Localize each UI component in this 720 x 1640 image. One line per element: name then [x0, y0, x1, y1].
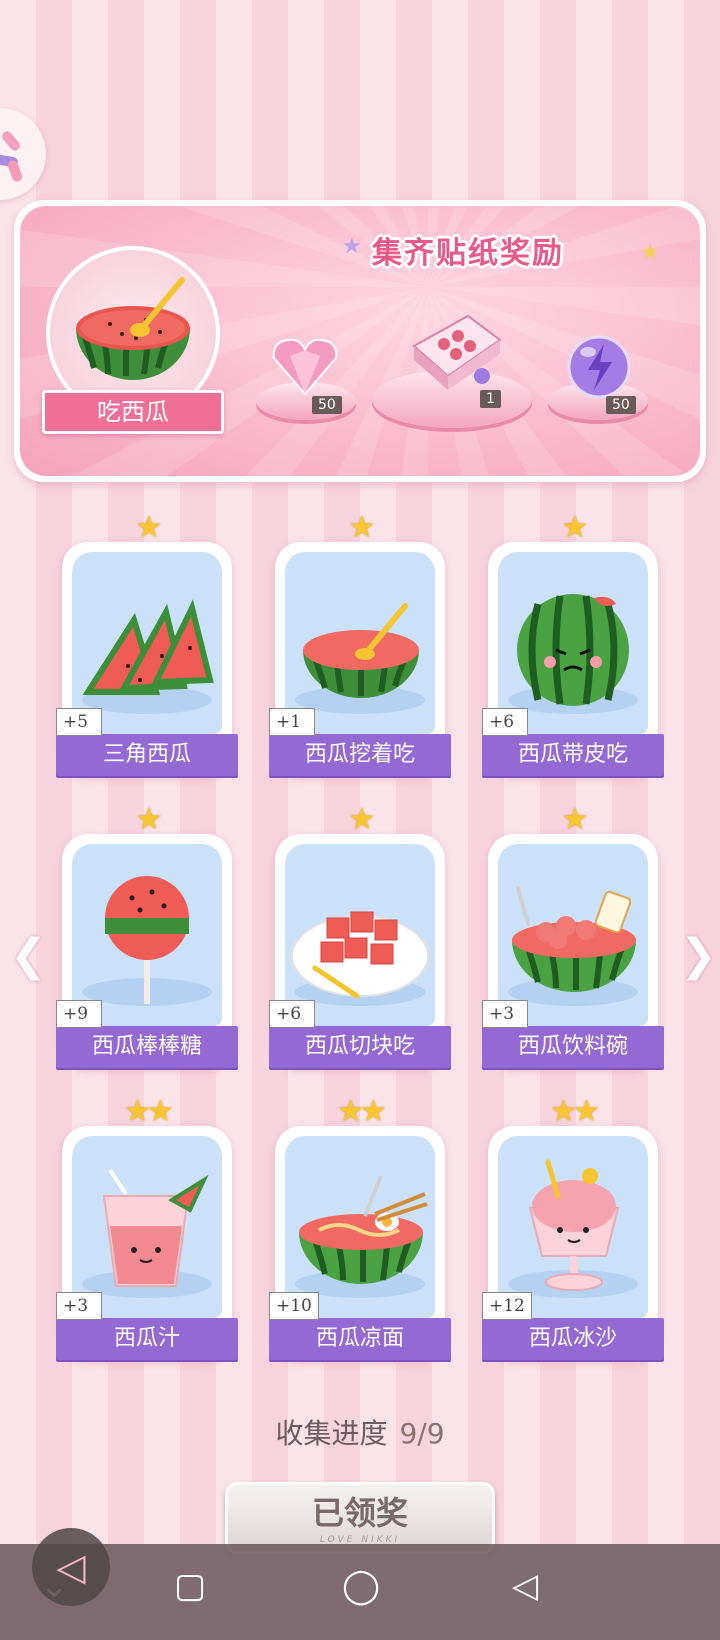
card-bonus: +6	[269, 1000, 315, 1028]
sticker-card[interactable]: ★ +6 西瓜切块吃	[269, 802, 451, 1068]
card-image	[498, 1136, 648, 1318]
card-image	[498, 552, 648, 734]
watermelon-bowl-icon	[303, 603, 419, 698]
card-image	[72, 1136, 222, 1318]
petal-icon	[6, 158, 24, 184]
card-image	[285, 844, 435, 1026]
card-label: 西瓜切块吃	[269, 1026, 451, 1068]
gift-box-icon[interactable]	[408, 306, 504, 400]
star-icon: ★	[640, 240, 660, 265]
floating-assist-icon[interactable]: ◁	[32, 1528, 110, 1606]
hero-label: 吃西瓜	[42, 390, 224, 434]
progress-label: 收集进度	[275, 1417, 388, 1450]
card-bonus: +9	[56, 1000, 102, 1028]
energy-orb-icon[interactable]	[566, 334, 632, 404]
card-label: 西瓜汁	[56, 1318, 238, 1360]
card-image	[72, 844, 222, 1026]
home-icon[interactable]: ◯	[342, 1566, 380, 1606]
sticker-card[interactable]: ★ +1 西瓜挖着吃	[269, 510, 451, 776]
sticker-card[interactable]: ★ +3 西瓜饮料碗	[482, 802, 664, 1068]
watermelon-drink-bowl-icon	[512, 886, 636, 992]
card-bonus: +5	[56, 708, 102, 736]
card-label: 西瓜挖着吃	[269, 734, 451, 776]
card-label: 三角西瓜	[56, 734, 238, 776]
petal-icon	[0, 129, 22, 153]
star-rating: ★	[561, 802, 589, 837]
banner-title: 集齐贴纸奖励	[372, 236, 564, 271]
card-label: 西瓜带皮吃	[482, 734, 664, 776]
card-label: 西瓜棒棒糖	[56, 1026, 238, 1068]
watermelon-noodles-icon	[299, 1175, 428, 1284]
sticker-card[interactable]: ★ +5 三角西瓜	[56, 510, 238, 776]
card-image	[285, 1136, 435, 1318]
side-menu-button[interactable]	[0, 108, 46, 200]
reward-count: 50	[312, 396, 342, 414]
back-icon[interactable]: ◁	[512, 1566, 538, 1606]
watermelon-juice-icon	[102, 1168, 209, 1287]
watermelon-shaved-ice-icon	[528, 1159, 620, 1291]
prev-page-arrow[interactable]: ❮	[10, 930, 47, 981]
next-page-arrow[interactable]: ❯	[680, 930, 717, 981]
card-image	[72, 552, 222, 734]
whole-watermelon-icon	[517, 594, 629, 706]
card-label: 西瓜冰沙	[482, 1318, 664, 1360]
reward-count: 50	[606, 396, 636, 414]
collection-progress: 收集进度 9/9	[0, 1412, 720, 1452]
star-rating: ★	[135, 802, 163, 837]
card-label: 西瓜饮料碗	[482, 1026, 664, 1068]
sticker-card[interactable]: ★★ +10 西瓜凉面	[269, 1094, 451, 1360]
card-bonus: +6	[482, 708, 528, 736]
sticker-card[interactable]: ★ +6 西瓜带皮吃	[482, 510, 664, 776]
reward-count: 1	[480, 390, 501, 408]
star-rating: ★	[348, 802, 376, 837]
star-rating: ★	[561, 510, 589, 545]
card-bonus: +10	[269, 1292, 319, 1320]
card-image	[285, 552, 435, 734]
card-image	[498, 844, 648, 1026]
sticker-card[interactable]: ★★ +3 西瓜汁	[56, 1094, 238, 1360]
claimed-label: 已领奖	[311, 1494, 408, 1532]
card-bonus: +3	[56, 1292, 102, 1320]
star-rating: ★	[135, 510, 163, 545]
recent-apps-icon[interactable]: ▢	[174, 1566, 206, 1606]
star-icon: ★	[342, 234, 362, 259]
card-bonus: +12	[482, 1292, 532, 1320]
progress-value: 9/9	[399, 1417, 445, 1450]
card-label: 西瓜凉面	[269, 1318, 451, 1360]
star-rating: ★★	[337, 1094, 387, 1129]
reward-banner: ★ ★ 集齐贴纸奖励 吃西瓜 50 1 50	[14, 200, 706, 482]
card-bonus: +3	[482, 1000, 528, 1028]
watermelon-cubes-plate-icon	[291, 911, 429, 999]
star-rating: ★	[348, 510, 376, 545]
sticker-card[interactable]: ★ +9 西瓜棒棒糖	[56, 802, 238, 1068]
pink-diamond-icon[interactable]	[270, 336, 340, 402]
watermelon-slices-icon	[82, 599, 214, 695]
watermelon-lollipop-icon	[105, 876, 189, 1004]
card-bonus: +1	[269, 708, 315, 736]
star-rating: ★★	[550, 1094, 600, 1129]
sticker-card[interactable]: ★★ +12 西瓜冰沙	[482, 1094, 664, 1360]
star-rating: ★★	[124, 1094, 174, 1129]
